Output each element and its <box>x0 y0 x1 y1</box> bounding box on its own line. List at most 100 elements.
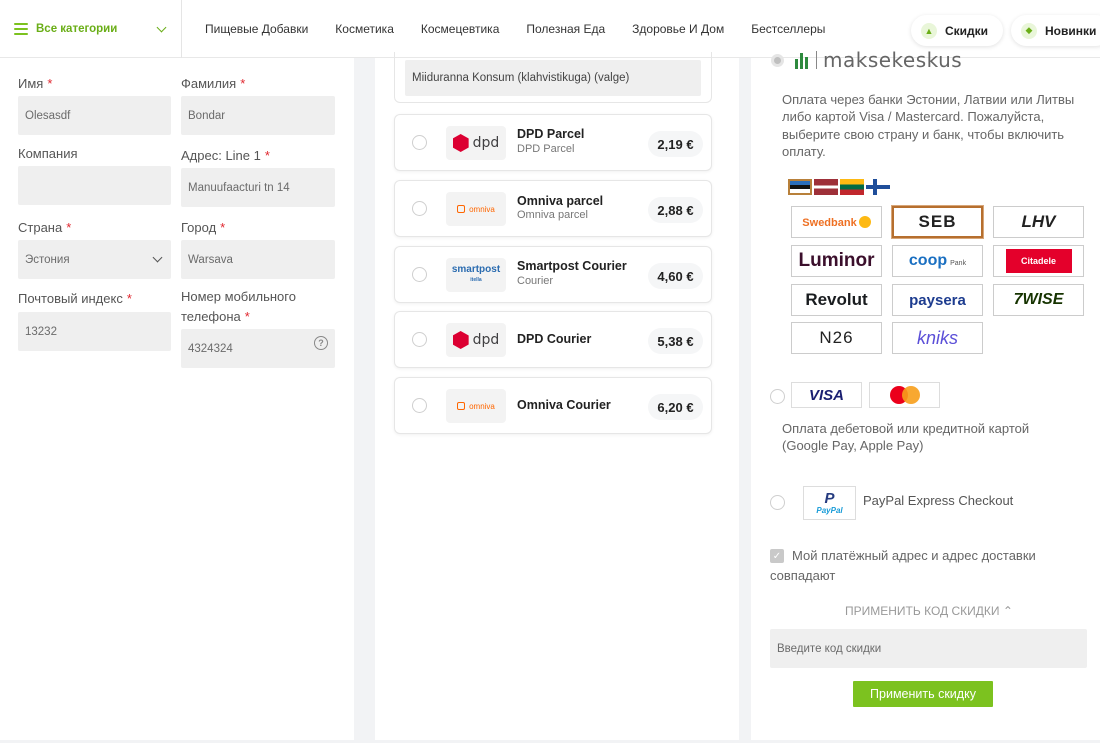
menu-item-cosmetics[interactable]: Косметика <box>335 22 394 36</box>
omniva-logo: omniva <box>446 389 506 423</box>
same-address-label: Мой платёжный адрес и адрес доставки сов… <box>770 548 1036 583</box>
coupon-toggle[interactable]: ПРИМЕНИТЬ КОД СКИДКИ ⌃ <box>845 604 1013 618</box>
apply-discount-button[interactable]: Применить скидку <box>853 681 993 707</box>
maksekeskus-radio[interactable] <box>771 54 784 67</box>
all-categories-button[interactable]: Все категории <box>0 0 182 58</box>
bank-revolut[interactable]: Revolut <box>791 284 882 316</box>
finland-flag-icon[interactable] <box>866 179 890 195</box>
bank-luminor[interactable]: Luminor <box>791 245 882 277</box>
maksekeskus-icon <box>795 51 810 69</box>
bank-lhv[interactable]: LHV <box>993 206 1084 238</box>
shipping-option[interactable]: dpd DPD Parcel DPD Parcel 2,19 € <box>394 114 712 171</box>
card-payment-description: Оплата дебетовой или кредитной картой (G… <box>782 421 1030 453</box>
shipping-price: 2,88 € <box>648 197 703 223</box>
help-icon[interactable]: ? <box>314 336 328 350</box>
shipping-option[interactable]: omniva Omniva Courier 6,20 € <box>394 377 712 434</box>
shipping-radio[interactable] <box>412 201 427 216</box>
last-name-label: Фамилия * <box>181 76 246 91</box>
menu-icon <box>14 23 28 35</box>
dpd-logo: dpd <box>446 323 506 357</box>
bank-coop[interactable]: coop Pank <box>892 245 983 277</box>
shipping-subtitle: DPD Parcel <box>517 143 575 155</box>
bank-n26[interactable]: N26 <box>791 322 882 354</box>
shipping-price: 2,19 € <box>648 131 703 157</box>
last-name-field[interactable]: Bondar <box>181 96 335 135</box>
bank-wise[interactable]: 7WISE <box>993 284 1084 316</box>
company-label: Компания <box>18 146 78 161</box>
latvia-flag-icon[interactable] <box>814 179 838 195</box>
shipping-price: 4,60 € <box>648 263 703 289</box>
chevron-up-icon: ⌃ <box>1002 604 1013 618</box>
shipping-name: Smartpost Courier <box>517 259 627 273</box>
postcode-label: Почтовый индекс * <box>18 291 132 306</box>
tag-icon: ◆ <box>1021 22 1037 39</box>
shipping-option[interactable]: dpd DPD Courier 5,38 € <box>394 311 712 368</box>
main-menu: Пищевые Добавки Косметика Космецевтика П… <box>205 0 852 58</box>
discount-icon: ▲ <box>921 22 937 39</box>
estonia-flag-icon[interactable] <box>788 179 812 195</box>
paypal-label: PayPal Express Checkout <box>863 493 1014 508</box>
bank-citadele[interactable]: Citadele <box>993 245 1084 277</box>
lithuania-flag-icon[interactable] <box>840 179 864 195</box>
chevron-down-icon <box>152 252 163 263</box>
payment-panel: maksekeskus Оплата через банки Эстонии, … <box>751 48 1100 740</box>
dpd-logo: dpd <box>446 126 506 160</box>
coupon-code-input[interactable]: Введите код скидки <box>770 629 1087 668</box>
menu-item-supplements[interactable]: Пищевые Добавки <box>205 22 308 36</box>
country-select[interactable]: Эстония <box>18 240 171 279</box>
shipping-radio[interactable] <box>412 332 427 347</box>
company-field[interactable] <box>18 166 171 205</box>
all-categories-label: Все категории <box>36 23 118 35</box>
shipping-price: 6,20 € <box>648 394 703 420</box>
same-address-checkbox[interactable]: ✓ <box>770 549 784 563</box>
menu-item-healthy-food[interactable]: Полезная Еда <box>526 22 605 36</box>
menu-item-cosmeceuticals[interactable]: Космецевтика <box>421 22 500 36</box>
city-field[interactable]: Warsava <box>181 240 335 279</box>
maksekeskus-description: Оплата через банки Эстонии, Латвии или Л… <box>782 92 1075 159</box>
shipping-radio[interactable] <box>412 135 427 150</box>
maksekeskus-logo: maksekeskus <box>795 48 962 72</box>
mastercard-logo <box>869 382 940 408</box>
shipping-subtitle: Courier <box>517 275 554 287</box>
bank-swedbank[interactable]: Swedbank <box>791 206 882 238</box>
phone-value: 4324324 <box>188 342 233 355</box>
sale-button[interactable]: ▲ Скидки <box>911 15 1003 46</box>
chevron-down-icon <box>156 22 167 33</box>
pickup-point-box: Miiduranna Konsum (klahvistikuga) (valge… <box>394 52 712 103</box>
menu-item-health-home[interactable]: Здоровье И Дом <box>632 22 724 36</box>
shipping-subtitle: Omniva parcel <box>517 209 588 221</box>
visa-logo: VISA <box>791 382 862 408</box>
menu-item-bestsellers[interactable]: Бестселлеры <box>751 22 825 36</box>
shipping-panel: Miiduranna Konsum (klahvistikuga) (valge… <box>375 52 739 740</box>
shipping-option[interactable]: smartpost itella Smartpost Courier Courie… <box>394 246 712 303</box>
first-name-field[interactable]: Olesasdf <box>18 96 171 135</box>
country-flags <box>788 179 892 195</box>
bank-seb[interactable]: SEB <box>892 206 983 238</box>
shipping-option[interactable]: omniva Omniva parcel Omniva parcel 2,88 … <box>394 180 712 237</box>
paypal-radio[interactable] <box>770 495 785 510</box>
pickup-point-select[interactable]: Miiduranna Konsum (klahvistikuga) (valge… <box>405 60 701 96</box>
address-label: Адрес: Line 1 * <box>181 148 270 163</box>
shipping-name: Omniva Courier <box>517 398 611 412</box>
new-button[interactable]: ◆ Новинки <box>1011 15 1100 46</box>
postcode-field[interactable]: 13232 <box>18 312 171 351</box>
shipping-price: 5,38 € <box>648 328 703 354</box>
shipping-radio[interactable] <box>412 267 427 282</box>
omniva-logo: omniva <box>446 192 506 226</box>
shipping-name: Omniva parcel <box>517 194 604 208</box>
sale-label: Скидки <box>945 23 989 38</box>
phone-field[interactable]: 4324324 ? <box>181 329 335 368</box>
paypal-logo: P PayPal <box>803 486 856 520</box>
city-label: Город * <box>181 220 226 235</box>
billing-form: Имя * Olesasdf Фамилия * Bondar Компания А… <box>0 58 354 740</box>
shipping-name: DPD Courier <box>517 332 592 346</box>
smartpost-logo: smartpost itella <box>446 258 506 292</box>
bank-paysera[interactable]: paysera <box>892 284 983 316</box>
card-payment-radio[interactable] <box>770 389 785 404</box>
new-label: Новинки <box>1045 23 1097 38</box>
shipping-name: DPD Parcel <box>517 127 585 141</box>
bank-kniks[interactable]: kniks <box>892 322 983 354</box>
shipping-radio[interactable] <box>412 398 427 413</box>
country-value: Эстония <box>25 253 70 266</box>
address-field[interactable]: Manuufaacturi tn 14 <box>181 168 335 207</box>
